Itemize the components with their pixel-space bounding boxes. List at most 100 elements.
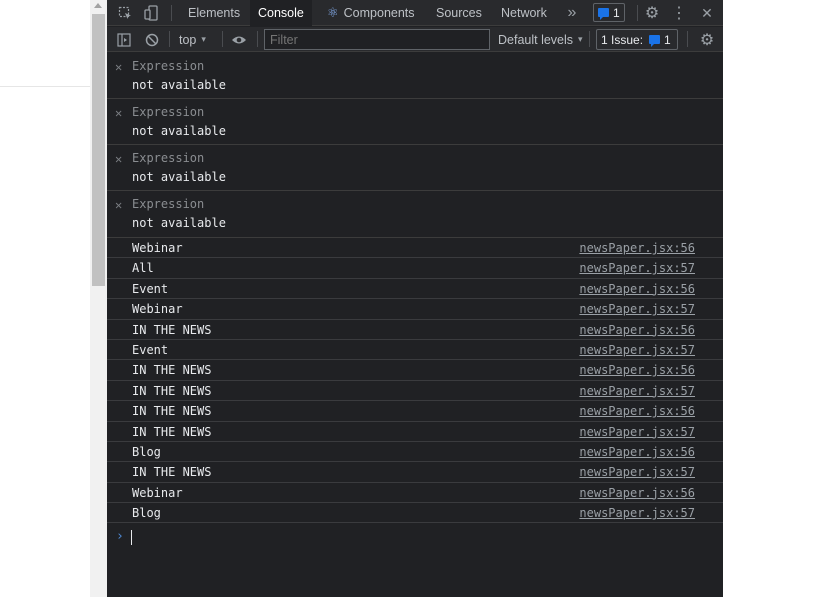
log-entry: Event newsPaper.jsx:57 bbox=[107, 340, 723, 361]
expression-label[interactable]: Expression bbox=[132, 105, 204, 119]
log-message: IN THE NEWS bbox=[132, 322, 212, 337]
log-entry: IN THE NEWS newsPaper.jsx:56 bbox=[107, 320, 723, 340]
dropdown-arrow-icon: ▾ bbox=[578, 34, 583, 44]
log-source-link[interactable]: newsPaper.jsx:57 bbox=[579, 343, 695, 357]
tab-sources[interactable]: Sources bbox=[428, 0, 490, 26]
page-divider bbox=[0, 86, 90, 87]
settings-gear-icon[interactable]: ⚙ bbox=[642, 0, 662, 26]
scrollbar-thumb[interactable] bbox=[92, 14, 105, 286]
filter-input[interactable] bbox=[264, 29, 490, 50]
log-entry: IN THE NEWS newsPaper.jsx:57 bbox=[107, 462, 723, 483]
toolbar-separator bbox=[589, 31, 590, 47]
log-source-link[interactable]: newsPaper.jsx:56 bbox=[579, 404, 695, 418]
log-message: IN THE NEWS bbox=[132, 424, 212, 439]
prompt-chevron-icon: › bbox=[116, 529, 124, 544]
page-scrollbar[interactable] bbox=[90, 0, 107, 597]
log-message: Webinar bbox=[132, 302, 183, 317]
clear-console-icon[interactable] bbox=[143, 27, 161, 52]
log-entry: Webinar newsPaper.jsx:56 bbox=[107, 238, 723, 259]
more-tabs-icon[interactable]: » bbox=[562, 0, 582, 26]
live-expression: ✕ Expression not available bbox=[107, 191, 723, 238]
log-entry: IN THE NEWS newsPaper.jsx:57 bbox=[107, 422, 723, 442]
log-message: IN THE NEWS bbox=[132, 404, 212, 419]
log-source-link[interactable]: newsPaper.jsx:56 bbox=[579, 486, 695, 500]
log-source-link[interactable]: newsPaper.jsx:57 bbox=[579, 302, 695, 316]
tabbar-separator bbox=[637, 5, 638, 21]
tabbar-separator bbox=[171, 5, 172, 21]
sidebar-toggle-icon[interactable] bbox=[115, 27, 133, 52]
toolbar-separator bbox=[169, 31, 170, 47]
log-message: IN THE NEWS bbox=[132, 363, 212, 378]
more-options-icon[interactable]: ⋮ bbox=[670, 0, 688, 26]
inspect-element-icon[interactable] bbox=[115, 0, 135, 26]
expression-value: not available bbox=[132, 78, 226, 92]
log-levels-dropdown[interactable]: Default levels ▾ bbox=[498, 27, 583, 52]
message-icon bbox=[598, 8, 609, 20]
device-toolbar-icon[interactable] bbox=[141, 0, 161, 26]
remove-expression-icon[interactable]: ✕ bbox=[115, 198, 122, 212]
log-entry: Webinar newsPaper.jsx:56 bbox=[107, 483, 723, 504]
tab-components[interactable]: ⚛ Components bbox=[319, 0, 423, 26]
log-entry: IN THE NEWS newsPaper.jsx:56 bbox=[107, 360, 723, 381]
toolbar-separator bbox=[687, 31, 688, 47]
remove-expression-icon[interactable]: ✕ bbox=[115, 106, 122, 120]
log-entry: All newsPaper.jsx:57 bbox=[107, 258, 723, 279]
expression-label[interactable]: Expression bbox=[132, 197, 204, 211]
log-message: IN THE NEWS bbox=[132, 465, 212, 480]
log-source-link[interactable]: newsPaper.jsx:56 bbox=[579, 282, 695, 296]
live-expression: ✕ Expression not available bbox=[107, 99, 723, 145]
dropdown-arrow-icon: ▾ bbox=[201, 34, 206, 44]
log-entry: Event newsPaper.jsx:56 bbox=[107, 279, 723, 300]
console-prompt[interactable]: › bbox=[107, 527, 723, 547]
expression-value: not available bbox=[132, 124, 226, 138]
log-message: Blog bbox=[132, 506, 161, 521]
tab-network[interactable]: Network bbox=[493, 0, 555, 26]
log-message: IN THE NEWS bbox=[132, 383, 212, 398]
console-log-list: Webinar newsPaper.jsx:56 All newsPaper.jsx… bbox=[107, 238, 723, 524]
log-entry: IN THE NEWS newsPaper.jsx:57 bbox=[107, 381, 723, 402]
devtools-tabbar: Elements Console ⚛ Components Sources Ne… bbox=[107, 0, 723, 26]
log-message: Webinar bbox=[132, 241, 183, 255]
log-source-link[interactable]: newsPaper.jsx:57 bbox=[579, 506, 695, 520]
log-source-link[interactable]: newsPaper.jsx:56 bbox=[579, 323, 695, 337]
tab-console[interactable]: Console bbox=[250, 0, 312, 26]
log-entry: Webinar newsPaper.jsx:57 bbox=[107, 299, 723, 320]
log-message: Webinar bbox=[132, 485, 183, 500]
page-content bbox=[0, 0, 90, 597]
issues-badge[interactable]: 1 bbox=[593, 3, 625, 22]
expression-label[interactable]: Expression bbox=[132, 59, 204, 73]
log-source-link[interactable]: newsPaper.jsx:56 bbox=[579, 363, 695, 377]
page-background-right bbox=[723, 0, 819, 597]
log-source-link[interactable]: newsPaper.jsx:56 bbox=[579, 241, 695, 255]
log-entry: Blog newsPaper.jsx:57 bbox=[107, 503, 723, 524]
log-entry: IN THE NEWS newsPaper.jsx:56 bbox=[107, 401, 723, 422]
react-icon: ⚛ bbox=[327, 5, 339, 20]
log-message: All bbox=[132, 261, 154, 276]
log-source-link[interactable]: newsPaper.jsx:57 bbox=[579, 261, 695, 275]
tab-elements[interactable]: Elements bbox=[180, 0, 248, 26]
log-source-link[interactable]: newsPaper.jsx:57 bbox=[579, 425, 695, 439]
log-source-link[interactable]: newsPaper.jsx:56 bbox=[579, 445, 695, 459]
toolbar-separator bbox=[222, 31, 223, 47]
live-expression: ✕ Expression not available bbox=[107, 145, 723, 191]
console-settings-gear-icon[interactable]: ⚙ bbox=[697, 27, 717, 52]
remove-expression-icon[interactable]: ✕ bbox=[115, 60, 122, 74]
log-message: Event bbox=[132, 281, 169, 296]
expression-label[interactable]: Expression bbox=[132, 151, 204, 165]
log-message: Event bbox=[132, 342, 169, 357]
live-expression: ✕ Expression not available bbox=[107, 53, 723, 99]
log-message: Blog bbox=[132, 444, 161, 459]
expression-value: not available bbox=[132, 216, 226, 230]
console-output: ✕ Expression not available ✕ Expression … bbox=[107, 53, 723, 597]
context-selector[interactable]: top ▾ bbox=[179, 27, 206, 52]
devtools-panel: Elements Console ⚛ Components Sources Ne… bbox=[107, 0, 723, 597]
remove-expression-icon[interactable]: ✕ bbox=[115, 152, 122, 166]
message-icon bbox=[649, 35, 661, 47]
log-source-link[interactable]: newsPaper.jsx:57 bbox=[579, 465, 695, 479]
log-source-link[interactable]: newsPaper.jsx:57 bbox=[579, 384, 695, 398]
close-devtools-icon[interactable]: ✕ bbox=[697, 0, 717, 26]
issues-counter-button[interactable]: 1 Issue: 1 bbox=[596, 29, 678, 50]
scroll-up-arrow-icon[interactable] bbox=[94, 3, 102, 8]
live-expression-eye-icon[interactable] bbox=[229, 27, 249, 52]
toolbar-separator bbox=[257, 31, 258, 47]
